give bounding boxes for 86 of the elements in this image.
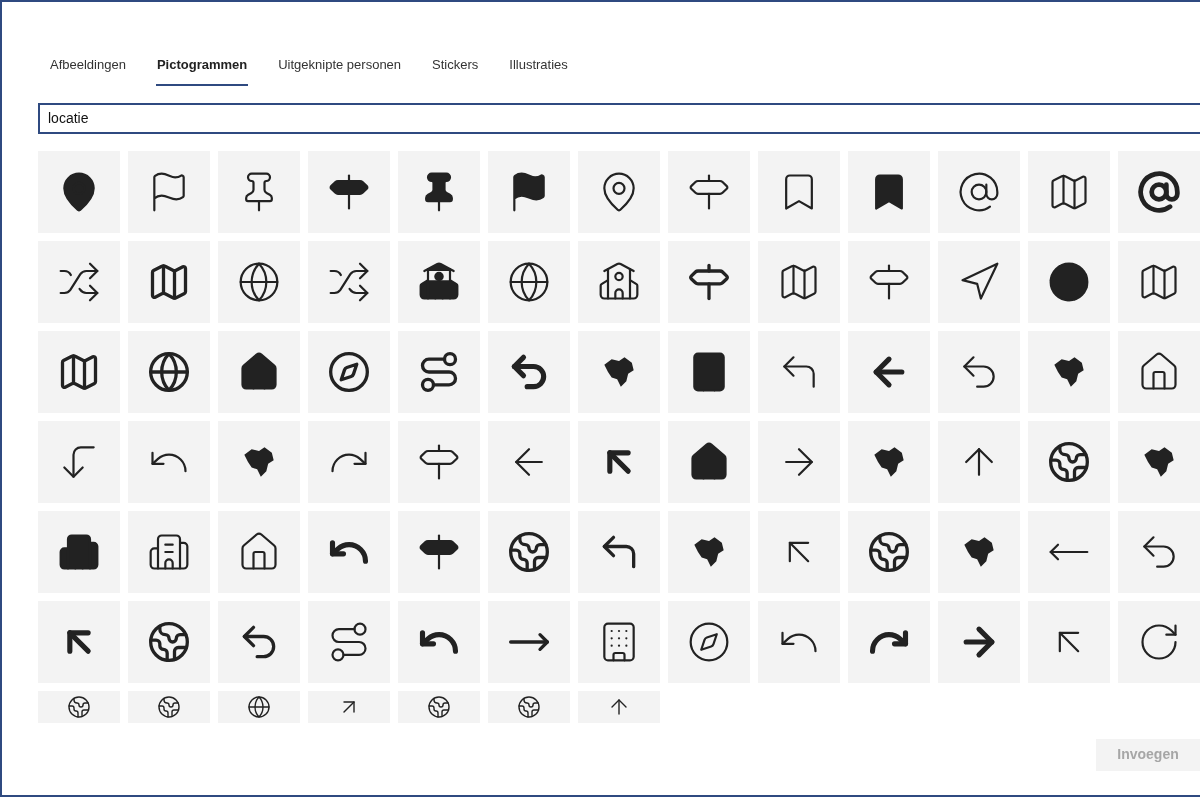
- tab[interactable]: Pictogrammen: [155, 55, 249, 86]
- icon-tile[interactable]: [668, 150, 750, 233]
- icon-tile[interactable]: [398, 330, 480, 413]
- icon-tile[interactable]: [218, 150, 300, 233]
- icon-tile[interactable]: [488, 150, 570, 233]
- icon-tile[interactable]: [938, 330, 1020, 413]
- icon-tile[interactable]: [758, 600, 840, 683]
- icon-tile[interactable]: [488, 510, 570, 593]
- icon-tile[interactable]: [668, 510, 750, 593]
- icon-tile[interactable]: [218, 240, 300, 323]
- icon-tile[interactable]: [668, 420, 750, 503]
- icon-tile[interactable]: [938, 510, 1020, 593]
- icon-tile[interactable]: [1028, 420, 1110, 503]
- icon-tile[interactable]: [398, 150, 480, 233]
- icon-tile[interactable]: [218, 600, 300, 683]
- icon-tile[interactable]: [398, 600, 480, 683]
- icon-tile[interactable]: [38, 150, 120, 233]
- icon-tile[interactable]: [308, 510, 390, 593]
- icon-tile[interactable]: [1118, 150, 1200, 233]
- icon-tile[interactable]: [848, 510, 930, 593]
- icon-tile[interactable]: [218, 420, 300, 503]
- icon-tile[interactable]: [308, 330, 390, 413]
- icon-tile[interactable]: [128, 150, 210, 233]
- icon-tile[interactable]: [758, 330, 840, 413]
- icon-tile[interactable]: [1118, 420, 1200, 503]
- icon-tile[interactable]: [938, 150, 1020, 233]
- icon-tile[interactable]: [1028, 600, 1110, 683]
- icon-tile[interactable]: [668, 600, 750, 683]
- icon-tile[interactable]: [38, 240, 120, 323]
- icon-tile[interactable]: [398, 420, 480, 503]
- icon-tile[interactable]: [1028, 240, 1110, 323]
- icon-tile[interactable]: [308, 420, 390, 503]
- tab[interactable]: Uitgeknipte personen: [277, 55, 403, 86]
- icon-tile[interactable]: [218, 510, 300, 593]
- icon-tile[interactable]: [1118, 600, 1200, 683]
- icon-tile[interactable]: [1118, 330, 1200, 413]
- icon-tile[interactable]: [578, 150, 660, 233]
- tab[interactable]: Stickers: [431, 55, 480, 86]
- compass-icon: [327, 349, 371, 394]
- icon-tile[interactable]: [578, 240, 660, 323]
- icon-tile[interactable]: [938, 600, 1020, 683]
- icon-tile[interactable]: [488, 420, 570, 503]
- icon-tile[interactable]: [128, 600, 210, 683]
- tab[interactable]: Afbeeldingen: [49, 55, 127, 86]
- icon-tile[interactable]: [38, 420, 120, 503]
- icon-tile[interactable]: [1118, 240, 1200, 323]
- icon-tile[interactable]: [758, 510, 840, 593]
- icon-tile[interactable]: [128, 420, 210, 503]
- icon-tile[interactable]: [308, 240, 390, 323]
- icon-tile[interactable]: [758, 420, 840, 503]
- icon-tile[interactable]: [938, 420, 1020, 503]
- icon-tile[interactable]: [38, 510, 120, 593]
- icon-tile[interactable]: [848, 600, 930, 683]
- tab[interactable]: Illustraties: [508, 55, 569, 86]
- icon-tile[interactable]: [668, 330, 750, 413]
- icon-tile[interactable]: [1118, 510, 1200, 593]
- icon-tile[interactable]: [578, 420, 660, 503]
- search-field[interactable]: locatie: [38, 102, 1200, 134]
- icon-tile[interactable]: [848, 240, 930, 323]
- icon-tile[interactable]: [308, 600, 390, 683]
- icon-tile[interactable]: [488, 600, 570, 683]
- icon-tile[interactable]: [578, 510, 660, 593]
- icon-tile[interactable]: [488, 330, 570, 413]
- icon-tile[interactable]: [128, 240, 210, 323]
- icon-tile[interactable]: [578, 330, 660, 413]
- icon-tile[interactable]: [1028, 150, 1110, 233]
- icon-tile[interactable]: [848, 420, 930, 503]
- icon-tile[interactable]: [308, 150, 390, 233]
- icon-tile[interactable]: [1028, 510, 1110, 593]
- icon-tile[interactable]: [938, 240, 1020, 323]
- icon-tile[interactable]: [218, 330, 300, 413]
- icon-tile[interactable]: [488, 240, 570, 323]
- icon-tile[interactable]: [128, 330, 210, 413]
- icon-tile[interactable]: [758, 240, 840, 323]
- icon-tile[interactable]: [758, 150, 840, 233]
- icon-tile[interactable]: [578, 600, 660, 683]
- icon-tile[interactable]: [848, 330, 930, 413]
- icon-tile[interactable]: [668, 240, 750, 323]
- icon-tile[interactable]: [398, 510, 480, 593]
- icon-tile[interactable]: [128, 510, 210, 593]
- icon-tile[interactable]: [38, 330, 120, 413]
- icon-tile[interactable]: [38, 600, 120, 683]
- at-sign-icon: [1137, 169, 1181, 214]
- icon-tile[interactable]: [1028, 330, 1110, 413]
- icon-tile[interactable]: [848, 150, 930, 233]
- icon-tile[interactable]: [398, 240, 480, 323]
